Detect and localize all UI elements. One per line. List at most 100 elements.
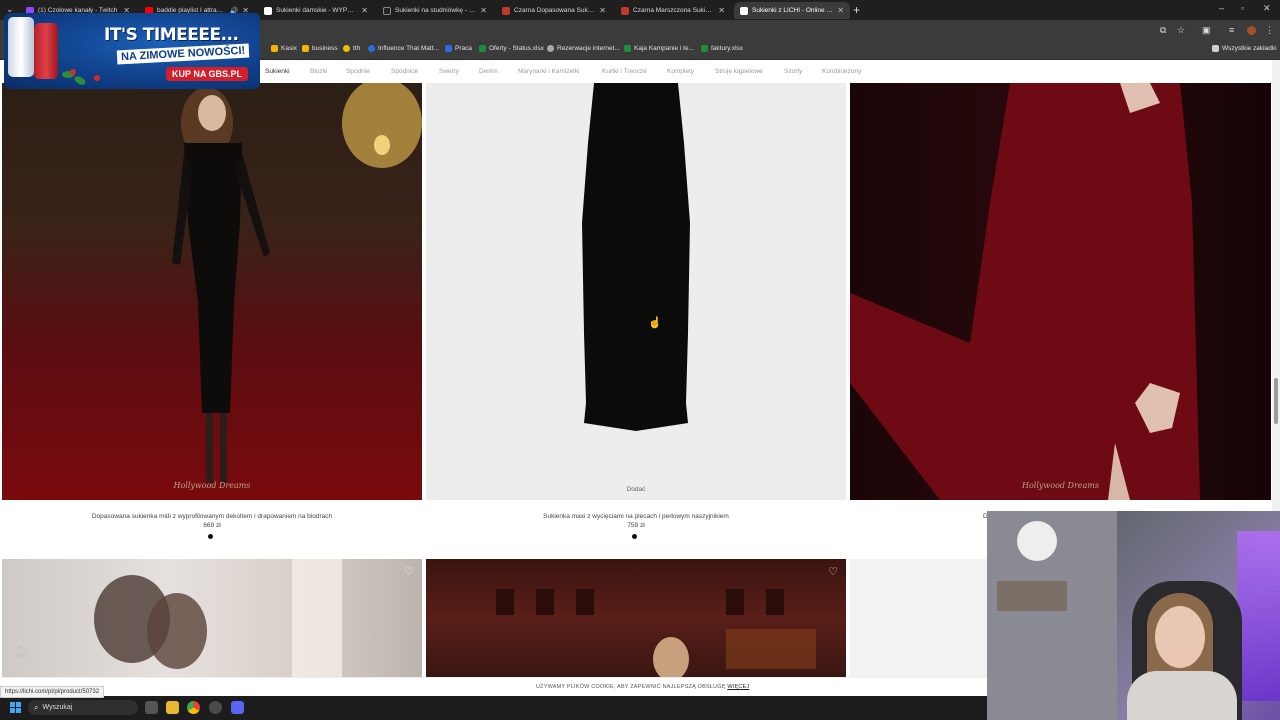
- color-swatch[interactable]: [208, 534, 213, 539]
- product-image[interactable]: Hollywood Dreams: [2, 83, 422, 500]
- product-image[interactable]: [850, 559, 990, 677]
- mouse-cursor-icon: ☝: [648, 317, 662, 329]
- sheets-icon: [479, 45, 486, 52]
- add-to-cart-label[interactable]: Dodać: [426, 486, 846, 493]
- webcam-person-face: [1155, 606, 1205, 668]
- scrollbar-thumb[interactable]: [1274, 378, 1278, 424]
- search-icon: ⌕: [34, 702, 39, 712]
- bookmark-item[interactable]: Rezerwacje internet...: [547, 45, 620, 52]
- nav-marynarki[interactable]: Marynarki i Kamizelki: [518, 68, 579, 75]
- site-favicon: [264, 6, 272, 15]
- ad-subline: NA ZIMOWE NOWOŚCI!: [116, 43, 250, 65]
- globe-icon: [547, 45, 554, 52]
- nav-bluzki[interactable]: Bluzki: [310, 68, 327, 75]
- nav-szorty[interactable]: Szorty: [784, 68, 802, 75]
- task-view-icon[interactable]: [145, 701, 158, 714]
- browser-tab-studniowka[interactable]: Sukienki na studniówkę - eksk ✕: [377, 2, 493, 19]
- profile-avatar[interactable]: [1247, 26, 1256, 35]
- holly-decoration: [73, 74, 87, 87]
- nav-spodnie[interactable]: Spodnie: [346, 68, 370, 75]
- file-explorer-icon[interactable]: [166, 701, 179, 714]
- ad-cta-button[interactable]: KUP NA GBS.PL: [166, 67, 249, 81]
- bookmark-item[interactable]: Praca: [445, 45, 472, 52]
- globe-icon: [368, 45, 375, 52]
- obs-icon[interactable]: [209, 701, 222, 714]
- minimize-button[interactable]: –: [1219, 3, 1224, 13]
- browser-tab-czarna-dopasowana[interactable]: Czarna Dopasowana Sukienka ✕: [496, 2, 612, 19]
- product-name[interactable]: Dopasowana sukienka midi z wyprofilowany…: [2, 513, 422, 520]
- browser-tab-sukienki-damskie[interactable]: Sukienki damskie - WYPRZEDA ✕: [258, 2, 374, 19]
- product-image[interactable]: Hollywood Dreams: [850, 83, 1271, 500]
- back-to-top-button[interactable]: ⇡ TOP: [14, 645, 28, 661]
- bookmark-favicon: [343, 45, 350, 52]
- bookmark-item[interactable]: Kasix: [271, 45, 297, 52]
- nav-swetry[interactable]: Swetry: [439, 68, 459, 75]
- nav-komplety[interactable]: Komplety: [667, 68, 694, 75]
- status-bar-url: https://lichi.com/pl/pl/product/50732: [0, 686, 105, 698]
- site-favicon: [502, 6, 510, 15]
- nav-kombinezony[interactable]: Kombinezony: [822, 68, 861, 75]
- close-tab-icon[interactable]: ✕: [480, 6, 487, 15]
- discord-icon[interactable]: [231, 701, 244, 714]
- bookmark-item[interactable]: faktury.xlsx: [701, 45, 743, 52]
- close-tab-icon[interactable]: ✕: [718, 6, 725, 15]
- media-icon[interactable]: ≡: [1229, 25, 1234, 35]
- wishlist-heart-icon[interactable]: ♡: [404, 565, 414, 578]
- maximize-button[interactable]: ▫: [1241, 3, 1244, 13]
- nav-stroje-kapielowe[interactable]: Stroje kąpielowe: [715, 68, 763, 75]
- close-window-button[interactable]: ✕: [1263, 3, 1271, 14]
- folder-icon: [271, 45, 278, 52]
- bookmark-favicon: [445, 45, 452, 52]
- webcam-led-light: [1237, 531, 1280, 701]
- product-image[interactable]: ♡: [426, 559, 846, 677]
- sheets-icon: [624, 45, 631, 52]
- chrome-icon[interactable]: [187, 701, 200, 714]
- taskbar-search[interactable]: ⌕ Wyszukaj: [28, 700, 138, 715]
- product-photo-black-midi-dress: [172, 83, 422, 483]
- sheets-icon: [701, 45, 708, 52]
- extensions-icon[interactable]: ▣: [1202, 25, 1211, 36]
- product-price: 759 zł: [627, 522, 645, 529]
- close-tab-icon[interactable]: ✕: [599, 6, 606, 15]
- close-tab-icon[interactable]: ✕: [837, 6, 844, 15]
- ad-headline: IT'S TIMEEEE...: [104, 25, 239, 45]
- bookmark-item[interactable]: business: [302, 45, 338, 52]
- all-bookmarks[interactable]: Wszystkie zakładki: [1212, 45, 1277, 52]
- product-image[interactable]: ☝ Dodać: [426, 83, 846, 500]
- bookmark-item[interactable]: Influence That Matt...: [368, 45, 439, 52]
- webcam-shelf: [997, 581, 1067, 611]
- webcam-plush-toy: [1017, 521, 1057, 561]
- product-image[interactable]: ♡: [2, 559, 422, 677]
- nav-spodnice[interactable]: Spodnice: [391, 68, 418, 75]
- browser-tab-lichi[interactable]: Sukienki z LICHI - Online fashi ✕: [734, 2, 850, 19]
- menu-icon[interactable]: ⋮: [1265, 25, 1274, 36]
- color-swatch[interactable]: [632, 534, 637, 539]
- nav-denim[interactable]: Denim: [479, 68, 498, 75]
- windows-start-icon[interactable]: [10, 702, 21, 713]
- product-price: 669 zł: [203, 522, 221, 529]
- product-photo-row2-1: [94, 559, 342, 677]
- webcam-person-body: [1127, 671, 1237, 720]
- drink-can-image: [8, 17, 34, 77]
- product-name[interactable]: Sukienka maxi z wycięciami na plecach i …: [426, 513, 846, 520]
- folder-icon: [1212, 45, 1219, 52]
- nav-sukienki[interactable]: Sukienki: [265, 68, 290, 75]
- product-photo-row2-2: [496, 589, 816, 677]
- product-photo-black-maxi-dress: [582, 83, 690, 431]
- close-tab-icon[interactable]: ✕: [361, 6, 368, 15]
- cookie-text: UŻYWAMY PLIKÓW COOKIE, ABY ZAPEWNIĆ NAJL…: [536, 684, 750, 690]
- bookmark-item[interactable]: Kaja Kampanie i te...: [624, 45, 694, 52]
- bookmark-star-icon[interactable]: ☆: [1177, 25, 1185, 36]
- new-tab-button[interactable]: +: [853, 3, 860, 17]
- wishlist-heart-icon[interactable]: ♡: [828, 565, 838, 578]
- promo-ad-banner[interactable]: IT'S TIMEEEE... NA ZIMOWE NOWOŚCI! KUP N…: [4, 13, 260, 89]
- brand-watermark: Hollywood Dreams: [173, 481, 251, 490]
- cookie-more-link[interactable]: WIĘCEJ: [727, 684, 749, 690]
- install-icon[interactable]: ⧉: [1160, 25, 1166, 36]
- holly-decoration: [70, 69, 76, 75]
- nav-kurtki[interactable]: Kurtki i Trencze: [602, 68, 647, 75]
- bookmark-item[interactable]: tth: [343, 45, 360, 52]
- browser-tab-czarna-marszczona[interactable]: Czarna Marszczona Sukienka z ✕: [615, 2, 731, 19]
- bookmark-item[interactable]: Oferty - Status.xlsx: [479, 45, 544, 52]
- folder-icon: [302, 45, 309, 52]
